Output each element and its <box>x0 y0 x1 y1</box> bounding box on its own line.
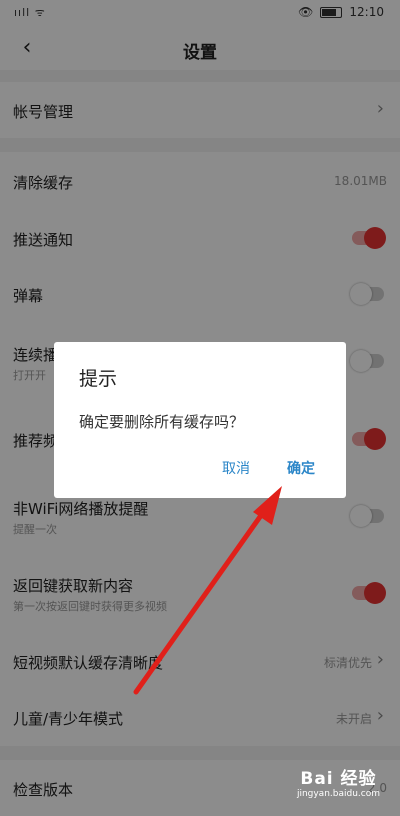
watermark-brand: Bai 经验 <box>300 769 377 789</box>
baidu-jingyan-watermark: Bai 经验 jingyan.baidu.com <box>297 764 380 799</box>
watermark-url: jingyan.baidu.com <box>296 789 380 799</box>
annotation-arrow-icon <box>133 486 282 695</box>
